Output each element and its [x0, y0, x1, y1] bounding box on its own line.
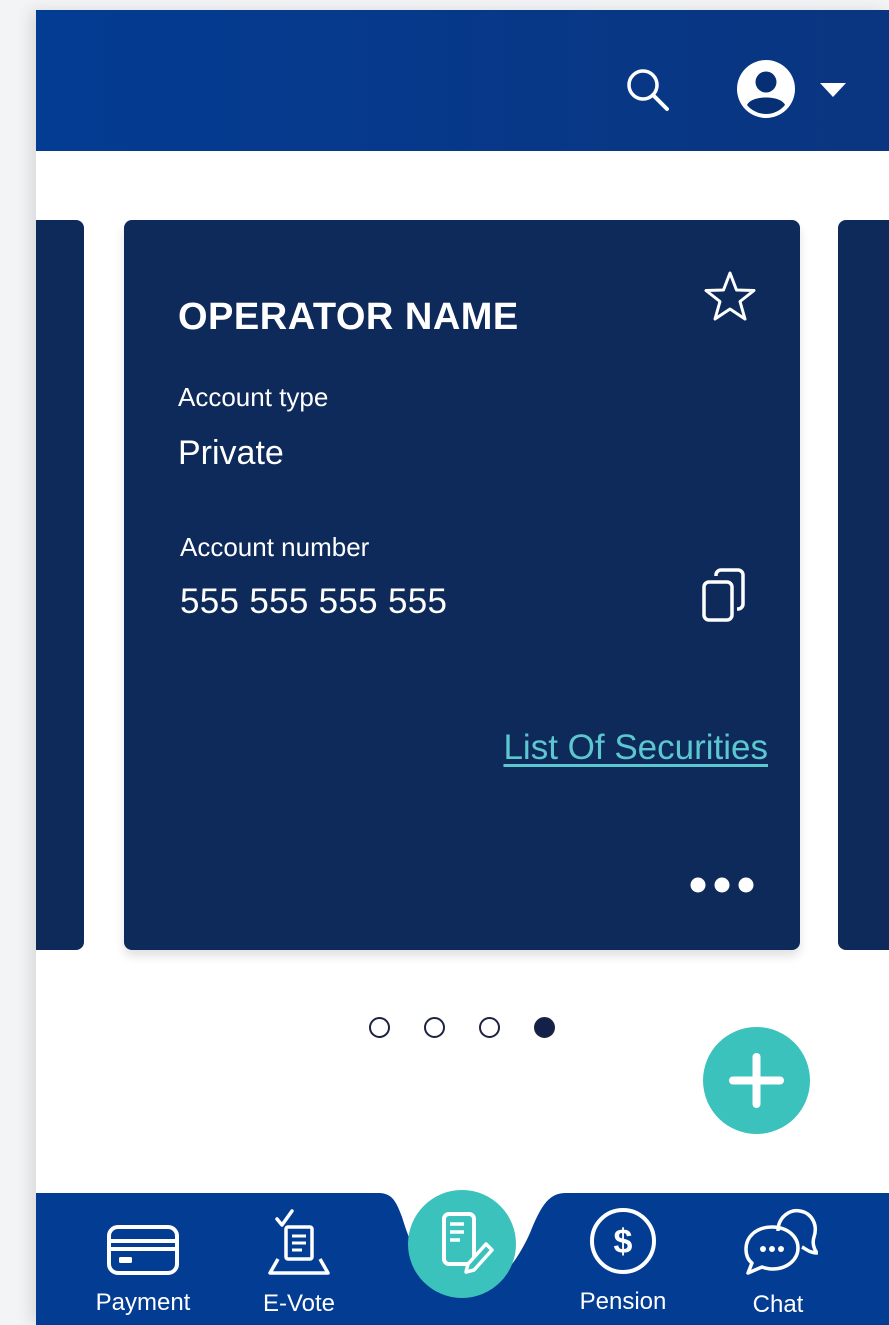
more-horizontal-icon [690, 877, 754, 893]
pagination-dot-active[interactable] [534, 1017, 555, 1038]
search-icon [627, 69, 669, 111]
ballot-box-icon [268, 1209, 330, 1275]
nav-item-documents[interactable] [408, 1190, 516, 1298]
copy-icon [702, 568, 745, 622]
chat-bubbles-icon [744, 1208, 818, 1275]
nav-item-payment[interactable]: Payment [76, 1193, 210, 1325]
copy-account-number-button[interactable] [698, 566, 754, 626]
star-icon [704, 271, 756, 321]
nav-item-pension[interactable]: $ Pension [568, 1193, 678, 1325]
top-app-bar [36, 10, 889, 151]
carousel-pagination [369, 1017, 555, 1038]
dollar-circle-icon: $ [590, 1208, 656, 1274]
previous-account-card[interactable] [36, 220, 84, 950]
nav-label-payment: Payment [95, 1289, 191, 1316]
credit-card-icon [107, 1225, 179, 1275]
nav-item-e-vote[interactable]: E-Vote [244, 1193, 354, 1325]
nav-label-chat: Chat [752, 1291, 804, 1318]
more-options-button[interactable] [684, 868, 760, 902]
add-account-button[interactable] [703, 1027, 810, 1134]
user-avatar-icon [737, 60, 795, 118]
pagination-dot[interactable] [369, 1017, 390, 1038]
nav-item-chat[interactable]: Chat [726, 1193, 830, 1325]
favorite-button[interactable] [700, 268, 760, 328]
plus-icon [729, 1053, 784, 1108]
operator-name: OPERATOR NAME [178, 296, 519, 338]
pagination-dot[interactable] [424, 1017, 445, 1038]
account-number-label: Account number [180, 532, 370, 562]
pagination-dot[interactable] [479, 1017, 500, 1038]
account-card: OPERATOR NAME Account type Private Accou… [124, 220, 800, 950]
nav-label-e-vote: E-Vote [262, 1290, 336, 1317]
list-of-securities-link[interactable]: List Of Securities [503, 728, 768, 768]
search-button[interactable] [620, 62, 676, 118]
account-number-value: 555 555 555 555 [180, 582, 448, 621]
chevron-down-icon [820, 83, 846, 97]
nav-label-pension: Pension [579, 1288, 667, 1315]
profile-menu-button[interactable] [734, 54, 854, 124]
document-edit-icon [442, 1212, 494, 1274]
app-screen: OPERATOR NAME Account type Private Accou… [36, 10, 889, 1325]
account-type-value: Private [178, 434, 284, 472]
svg-text:$: $ [614, 1223, 633, 1261]
next-account-card[interactable] [838, 220, 889, 950]
account-type-label: Account type [178, 382, 329, 412]
